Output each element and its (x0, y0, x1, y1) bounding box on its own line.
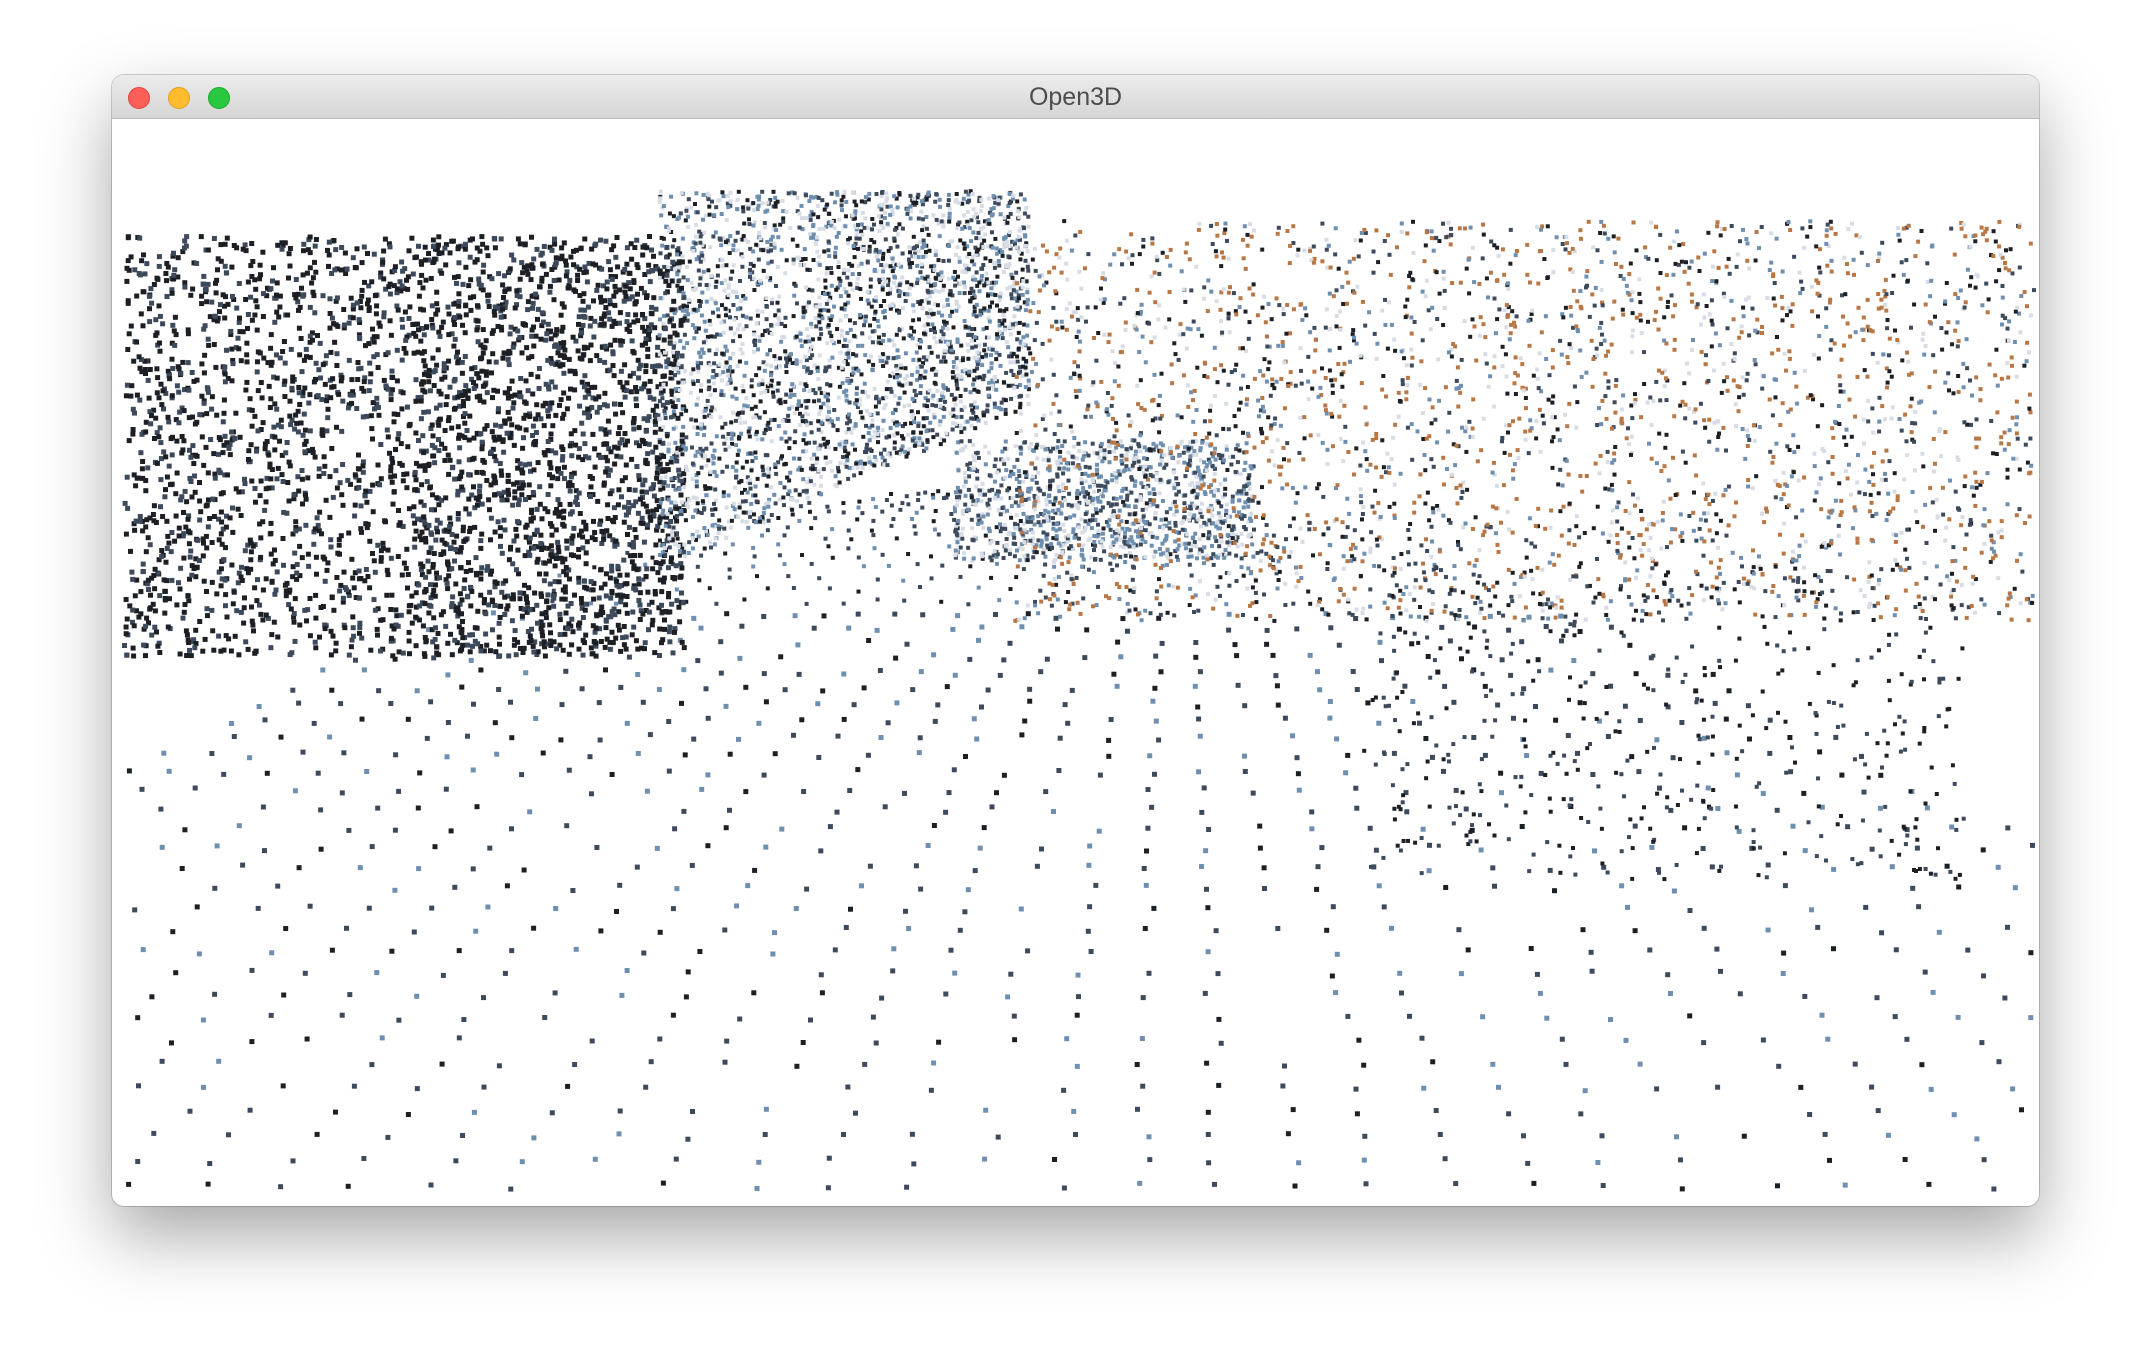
open3d-window: Open3D (112, 75, 2039, 1206)
title-bar[interactable]: Open3D (112, 75, 2039, 119)
point-cloud-viewport[interactable] (112, 119, 2039, 1206)
window-title: Open3D (1028, 83, 1123, 111)
point-cloud-canvas[interactable] (112, 119, 2039, 1206)
